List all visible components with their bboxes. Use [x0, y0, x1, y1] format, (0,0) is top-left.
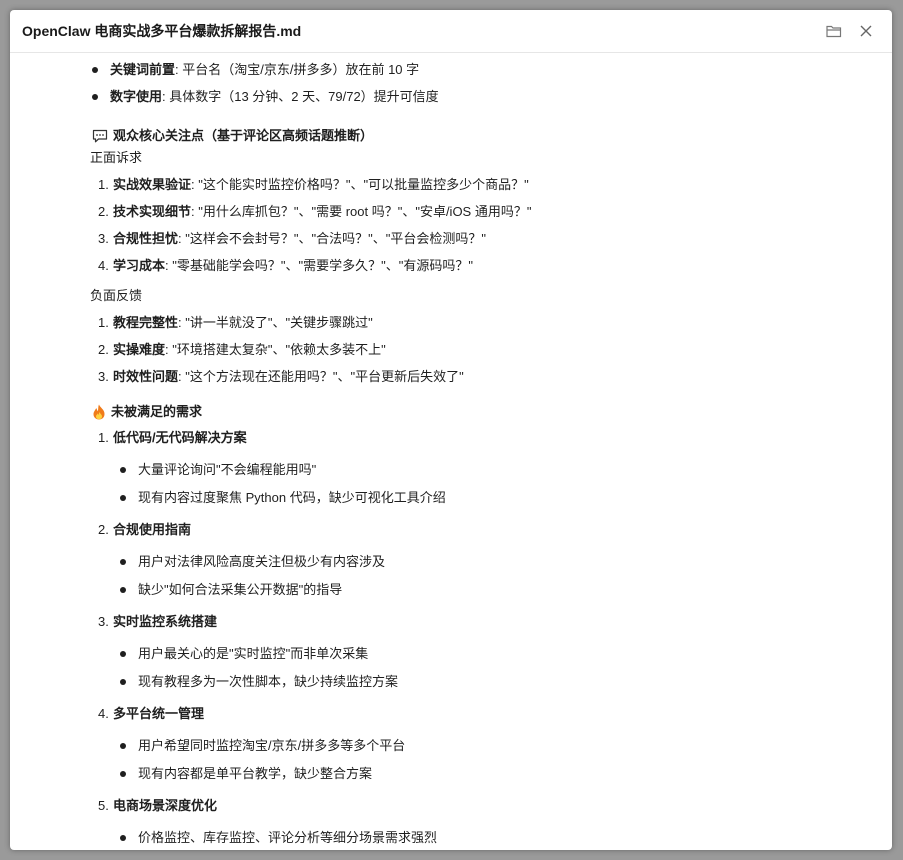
item-label: 合规性担忧: [113, 231, 179, 246]
item-label: 教程完整性: [113, 315, 179, 330]
list-item: 3. 合规性担忧: "这样会不会封号？"、"合法吗？"、"平台会检测吗？": [98, 230, 872, 257]
list-item: 2. 技术实现细节: "用什么库抓包？"、"需要 root 吗？"、"安卓/iO…: [98, 203, 872, 230]
item-number: 4.: [98, 706, 109, 721]
sub-item-text: 现有内容过度聚焦 Python 代码，缺少可视化工具介绍: [138, 490, 446, 505]
close-icon: [860, 25, 872, 37]
bullet-dot: [120, 495, 126, 501]
negative-label: 负面反馈: [90, 288, 143, 303]
bullet-dot: [120, 587, 126, 593]
sub-item-text: 现有教程多为一次性脚本，缺少持续监控方案: [138, 674, 399, 689]
list-item: 3. 时效性问题: "这个方法现在还能用吗？"、"平台更新后失效了": [98, 368, 872, 395]
bullet-dot: [120, 771, 126, 777]
positive-list: 1. 实战效果验证: "这个能实时监控价格吗？"、"可以批量监控多少个商品？" …: [92, 176, 872, 284]
list-item: 1. 教程完整性: "讲一半就没了"、"关键步骤跳过": [98, 314, 872, 341]
item-number: 4.: [98, 258, 109, 273]
list-item: 4. 多平台统一管理 用户希望同时监控淘宝/京东/拼多多等多个平台 现有内容都是单…: [98, 705, 872, 793]
speech-bubble-icon: [92, 129, 108, 143]
sub-item-text: 用户对法律风险高度关注但极少有内容涉及: [138, 554, 386, 569]
folder-icon: [826, 25, 842, 38]
sub-item: 用户对法律风险高度关注但极少有内容涉及: [118, 553, 872, 581]
list-item: 5. 电商场景深度优化 价格监控、库存监控、评论分析等细分场景需求强烈: [98, 797, 872, 850]
bullet-dot: [120, 743, 126, 749]
list-item: 2. 合规使用指南 用户对法律风险高度关注但极少有内容涉及 缺少"如何合法采集公开…: [98, 521, 872, 609]
bullet-dot: [120, 467, 126, 473]
item-text: : "用什么库抓包？"、"需要 root 吗？"、"安卓/iOS 通用吗？": [191, 204, 532, 219]
sub-item: 用户希望同时监控淘宝/京东/拼多多等多个平台: [118, 737, 872, 765]
item-text: : "这个方法现在还能用吗？"、"平台更新后失效了": [178, 369, 464, 384]
sub-item-text: 大量评论询问"不会编程能用吗": [138, 462, 317, 477]
bullet-text: : 具体数字（13 分钟、2 天、79/72）提升可信度: [162, 89, 439, 104]
item-title: 多平台统一管理: [113, 706, 205, 721]
section-heading: 未被满足的需求: [92, 399, 872, 425]
section-title: 观众核心关注点（基于评论区高频话题推断）: [113, 128, 374, 143]
item-number: 2.: [98, 522, 109, 537]
item-text: : "讲一半就没了"、"关键步骤跳过": [178, 315, 373, 330]
bullet-label: 关键词前置: [110, 62, 176, 77]
item-number: 5.: [98, 798, 109, 813]
item-text: : "零基础能学会吗？"、"需要学多久？"、"有源码吗？": [165, 258, 473, 273]
item-number: 1.: [98, 177, 109, 192]
item-number: 2.: [98, 204, 109, 219]
sub-item: 大量评论询问"不会编程能用吗": [118, 461, 872, 489]
bullet-dot: [92, 67, 98, 73]
item-title: 合规使用指南: [113, 522, 192, 537]
list-item: 2. 实操难度: "环境搭建太复杂"、"依赖太多装不上": [98, 341, 872, 368]
item-text: : "环境搭建太复杂"、"依赖太多装不上": [165, 342, 386, 357]
list-item: 数字使用: 具体数字（13 分钟、2 天、79/72）提升可信度: [90, 88, 872, 115]
positive-label: 正面诉求: [90, 150, 143, 165]
list-item: 4. 学习成本: "零基础能学会吗？"、"需要学多久？"、"有源码吗？": [98, 257, 872, 284]
item-title: 低代码/无代码解决方案: [113, 430, 247, 445]
item-number: 3.: [98, 369, 109, 384]
item-text: : "这个能实时监控价格吗？"、"可以批量监控多少个商品？": [191, 177, 529, 192]
bullet-dot: [120, 679, 126, 685]
sub-item-text: 价格监控、库存监控、评论分析等细分场景需求强烈: [138, 830, 438, 845]
bullet-dot: [92, 94, 98, 100]
open-folder-button[interactable]: [820, 17, 848, 45]
sub-item-text: 用户最关心的是"实时监控"而非单次采集: [138, 646, 369, 661]
window-title: OpenClaw 电商实战多平台爆款拆解报告.md: [22, 23, 302, 39]
list-item: 1. 低代码/无代码解决方案 大量评论询问"不会编程能用吗" 现有内容过度聚焦 P…: [98, 429, 872, 517]
item-number: 2.: [98, 342, 109, 357]
item-label: 实战效果验证: [113, 177, 192, 192]
bullet-dot: [120, 835, 126, 841]
unmet-list: 1. 低代码/无代码解决方案 大量评论询问"不会编程能用吗" 现有内容过度聚焦 P…: [92, 429, 872, 850]
list-item: 1. 实战效果验证: "这个能实时监控价格吗？"、"可以批量监控多少个商品？": [98, 176, 872, 203]
item-label: 技术实现细节: [113, 204, 192, 219]
item-number: 3.: [98, 614, 109, 629]
sub-item-text: 用户希望同时监控淘宝/京东/拼多多等多个平台: [138, 738, 406, 753]
document-body: 关键词前置: 平台名（淘宝/京东/拼多多）放在前 10 字 数字使用: 具体数字…: [10, 53, 892, 115]
item-number: 3.: [98, 231, 109, 246]
bullet-text: : 平台名（淘宝/京东/拼多多）放在前 10 字: [175, 62, 420, 77]
bullet-dot: [120, 651, 126, 657]
item-label: 学习成本: [113, 258, 166, 273]
sub-item: 现有内容过度聚焦 Python 代码，缺少可视化工具介绍: [118, 489, 872, 517]
sub-item: 价格监控、库存监控、评论分析等细分场景需求强烈: [118, 829, 872, 850]
section-heading: 观众核心关注点（基于评论区高频话题推断）: [92, 123, 872, 149]
section-title: 未被满足的需求: [111, 404, 203, 419]
list-item: 关键词前置: 平台名（淘宝/京东/拼多多）放在前 10 字: [90, 61, 872, 88]
item-title: 电商场景深度优化: [113, 798, 218, 813]
item-number: 1.: [98, 430, 109, 445]
negative-list: 1. 教程完整性: "讲一半就没了"、"关键步骤跳过" 2. 实操难度: "环境…: [92, 314, 872, 395]
item-title: 实时监控系统搭建: [113, 614, 218, 629]
sub-item: 用户最关心的是"实时监控"而非单次采集: [118, 645, 872, 673]
sub-item: 现有内容都是单平台教学，缺少整合方案: [118, 765, 872, 793]
audience-section: 观众核心关注点（基于评论区高频话题推断） 正面诉求 1. 实战效果验证: "这个…: [10, 123, 892, 850]
sub-item-text: 现有内容都是单平台教学，缺少整合方案: [138, 766, 373, 781]
close-button[interactable]: [852, 17, 880, 45]
item-number: 1.: [98, 315, 109, 330]
fire-icon: [92, 404, 106, 420]
sub-item-text: 缺少"如何合法采集公开数据"的指导: [138, 582, 343, 597]
item-text: : "这样会不会封号？"、"合法吗？"、"平台会检测吗？": [178, 231, 486, 246]
bullet-dot: [120, 559, 126, 565]
list-item: 3. 实时监控系统搭建 用户最关心的是"实时监控"而非单次采集 现有教程多为一次性…: [98, 613, 872, 701]
title-bar: OpenClaw 电商实战多平台爆款拆解报告.md: [10, 10, 892, 53]
item-label: 时效性问题: [113, 369, 179, 384]
item-label: 实操难度: [113, 342, 166, 357]
bullet-label: 数字使用: [110, 89, 163, 104]
document-window: OpenClaw 电商实战多平台爆款拆解报告.md 关键词前置: 平台名（淘宝/…: [10, 10, 892, 850]
sub-item: 缺少"如何合法采集公开数据"的指导: [118, 581, 872, 609]
sub-item: 现有教程多为一次性脚本，缺少持续监控方案: [118, 673, 872, 701]
